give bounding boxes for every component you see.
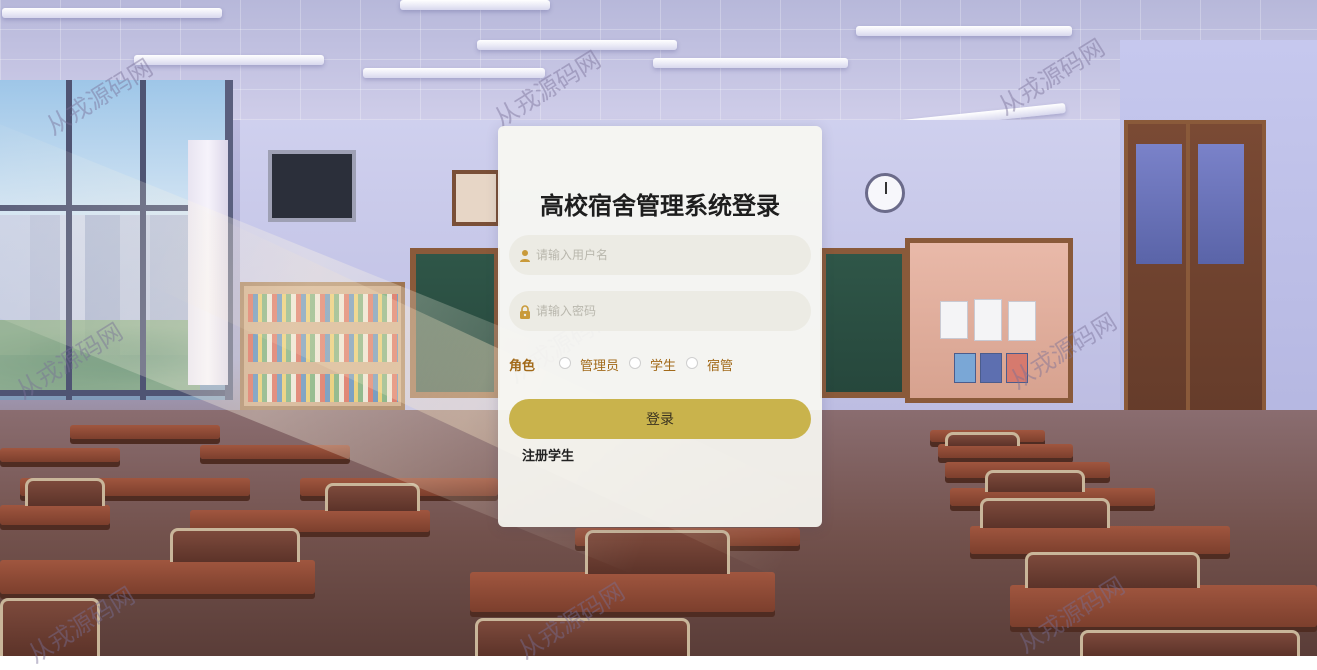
door-window: [1136, 144, 1182, 264]
chair: [985, 470, 1085, 492]
radio-button[interactable]: [559, 357, 571, 369]
role-option-label: 学生: [650, 359, 677, 374]
notice-paper: [974, 299, 1002, 341]
radio-button[interactable]: [629, 357, 641, 369]
notice-paper: [1008, 301, 1036, 341]
chair: [1080, 630, 1300, 656]
desk: [0, 505, 110, 525]
username-field[interactable]: [509, 235, 811, 275]
ceiling-light: [653, 58, 848, 68]
chair: [25, 478, 105, 506]
login-card: 高校宿舍管理系统登录 角色 管理员 学生: [498, 126, 822, 527]
ceiling-light: [477, 40, 677, 50]
password-input[interactable]: [536, 291, 801, 331]
desk: [0, 560, 315, 594]
desk: [70, 425, 220, 439]
chair: [325, 483, 420, 511]
wall-clock: [865, 173, 905, 213]
chair: [475, 618, 690, 656]
password-field[interactable]: [509, 291, 811, 331]
framed-notice: [452, 170, 500, 226]
poster: [1006, 353, 1028, 383]
chair: [0, 598, 100, 656]
role-selector: 角色 管理员 学生 宿管: [509, 354, 811, 374]
television: [268, 150, 356, 222]
login-title: 高校宿舍管理系统登录: [540, 192, 780, 220]
chair: [170, 528, 300, 562]
ceiling-light: [400, 0, 550, 10]
chair: [980, 498, 1110, 528]
radio-button[interactable]: [686, 357, 698, 369]
ceiling-light: [134, 55, 324, 65]
chair: [945, 432, 1020, 446]
ceiling-light: [363, 68, 545, 78]
poster: [980, 353, 1002, 383]
chalkboard: [820, 248, 908, 398]
role-label: 角色: [509, 359, 536, 374]
bulletin-board: [905, 238, 1073, 403]
door-window: [1198, 144, 1244, 264]
login-button[interactable]: 登录: [509, 399, 811, 439]
notice-paper: [940, 301, 968, 339]
desk: [938, 444, 1073, 458]
role-option-label: 管理员: [580, 359, 620, 374]
user-icon: [519, 248, 531, 262]
username-input[interactable]: [536, 235, 801, 275]
lock-icon: [519, 304, 531, 319]
poster: [954, 353, 976, 383]
desk: [1010, 585, 1317, 627]
ceiling-light: [856, 26, 1072, 36]
chair: [1025, 552, 1200, 588]
desk: [970, 526, 1230, 554]
ceiling-light: [2, 8, 222, 18]
desk: [470, 572, 775, 612]
desk: [0, 448, 120, 462]
role-option-label: 宿管: [707, 359, 734, 374]
register-student-link[interactable]: 注册学生: [522, 445, 574, 464]
